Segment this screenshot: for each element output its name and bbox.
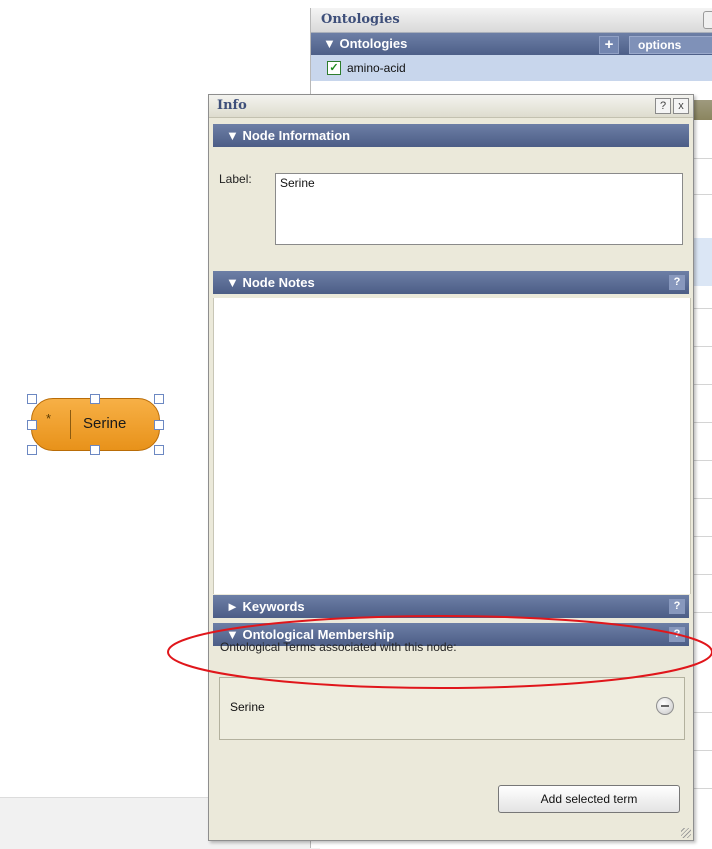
serine-node[interactable]: * Serine (31, 398, 160, 451)
label-caption: Label: (219, 172, 252, 186)
node-notes-help-button[interactable]: ? (669, 275, 685, 290)
resize-handle[interactable] (154, 420, 164, 430)
keywords-label: ► Keywords (226, 599, 305, 614)
node-label: Serine (83, 415, 127, 432)
resize-handle[interactable] (154, 445, 164, 455)
add-selected-term-button[interactable]: Add selected term (498, 785, 680, 813)
resize-handle[interactable] (154, 394, 164, 404)
keywords-help-button[interactable]: ? (669, 599, 685, 614)
ontologies-titlebar-button[interactable] (703, 11, 712, 29)
ontology-checkbox[interactable]: ✓ (327, 61, 341, 75)
label-input[interactable]: Serine (275, 173, 683, 245)
info-titlebar[interactable]: Info ? x (209, 95, 693, 118)
resize-grip-icon[interactable] (681, 828, 691, 838)
resize-handle[interactable] (90, 445, 100, 455)
options-button[interactable]: options (629, 36, 712, 54)
node-notes-header[interactable]: ▼ Node Notes ? (213, 271, 689, 294)
info-dialog: Info ? x ▼ Node Information Label: Serin… (208, 94, 694, 841)
close-button[interactable]: x (673, 98, 689, 114)
ontologies-panel-title: Ontologies (321, 12, 400, 27)
ontologies-section-label: ▼ Ontologies (323, 36, 408, 51)
node-notes-textarea[interactable] (213, 298, 691, 594)
info-title: Info (217, 98, 247, 113)
ontology-item[interactable]: ✓ amino-acid (311, 55, 712, 81)
ontologies-titlebar: Ontologies (311, 8, 712, 33)
ontological-membership-help-button[interactable]: ? (669, 627, 685, 642)
help-button[interactable]: ? (655, 98, 671, 114)
node-divider (70, 410, 71, 439)
membership-list: Serine (219, 677, 685, 740)
resize-handle[interactable] (27, 420, 37, 430)
remove-term-icon[interactable] (656, 697, 674, 715)
membership-term[interactable]: Serine (230, 700, 265, 714)
ontology-item-label: amino-acid (347, 61, 406, 75)
node-information-header[interactable]: ▼ Node Information (213, 124, 689, 147)
label-input-value: Serine (280, 176, 315, 190)
node-star-icon: * (46, 411, 52, 426)
resize-handle[interactable] (90, 394, 100, 404)
node-notes-label: ▼ Node Notes (226, 275, 315, 290)
keywords-header[interactable]: ► Keywords ? (213, 595, 689, 618)
resize-handle[interactable] (27, 445, 37, 455)
add-ontology-button[interactable]: + (599, 36, 619, 54)
resize-handle[interactable] (27, 394, 37, 404)
ontologies-section-header[interactable]: ▼ Ontologies + options (311, 33, 712, 55)
membership-description: Ontological Terms associated with this n… (220, 640, 457, 654)
node-information-label: ▼ Node Information (226, 128, 351, 143)
